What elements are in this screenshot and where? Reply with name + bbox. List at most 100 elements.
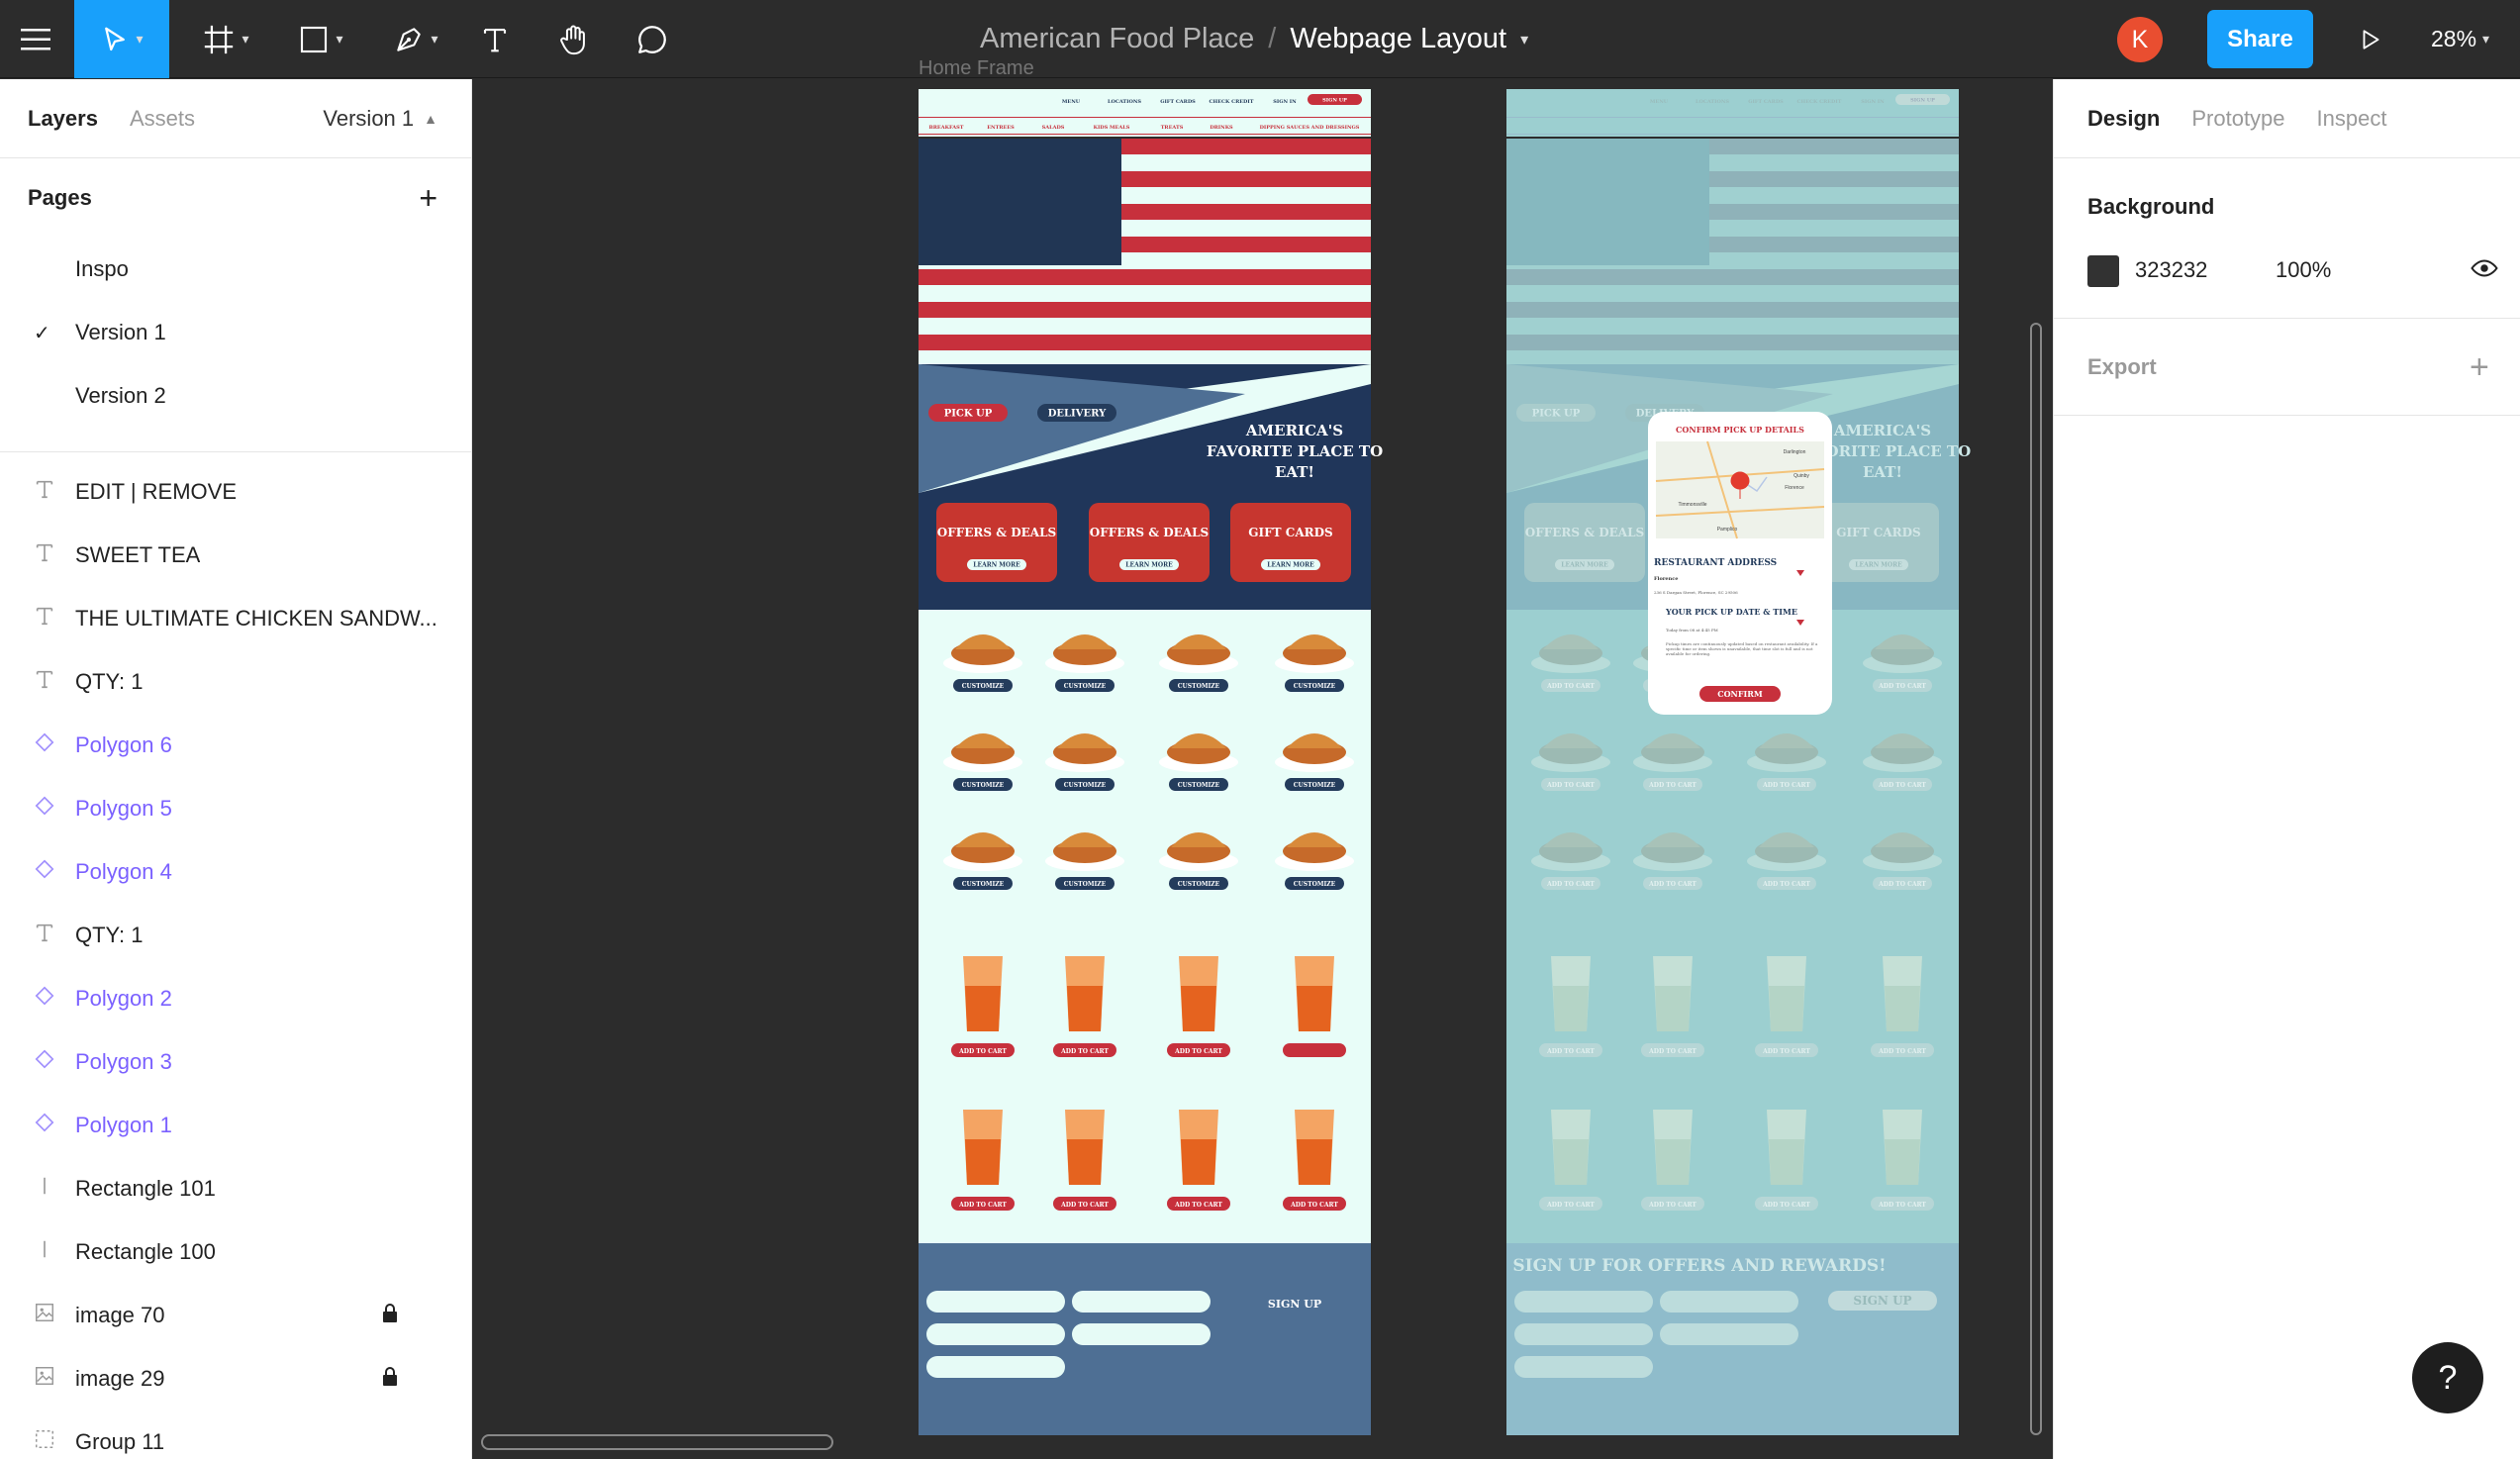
file-name[interactable]: Webpage Layout xyxy=(1290,23,1506,55)
add-to-cart-button-label: ADD TO CART xyxy=(1546,782,1595,789)
version-selector[interactable]: Version 1 ▲ xyxy=(323,79,437,158)
line-icon xyxy=(30,1238,59,1267)
line-icon xyxy=(30,1175,59,1204)
add-page-icon[interactable]: + xyxy=(419,180,437,217)
layer-label: Rectangle 100 xyxy=(75,1239,216,1264)
layer-item[interactable]: Polygon 5 xyxy=(0,777,471,840)
layer-item[interactable]: Polygon 1 xyxy=(0,1094,471,1157)
chevron-down-icon: ▾ xyxy=(242,31,249,47)
design-canvas[interactable]: MENU LOCATIONS GIFT CARDS CHECK CREDIT SIGN … xyxy=(473,79,2053,1459)
tea-liquid xyxy=(965,986,1001,1031)
tab-assets[interactable]: Assets xyxy=(130,106,195,132)
present-button[interactable] xyxy=(2346,0,2395,78)
learn-more-button-label: LEARN MORE xyxy=(1855,562,1902,569)
layer-item[interactable]: THE ULTIMATE CHICKEN SANDW... xyxy=(0,587,471,650)
add-export-icon[interactable]: + xyxy=(2470,348,2489,387)
background-section: Background 323232 100% xyxy=(2054,158,2520,319)
chevron-down-icon[interactable]: ▾ xyxy=(1520,30,1528,49)
comment-tool-button[interactable] xyxy=(628,0,677,78)
promo-title: GIFT CARDS xyxy=(1836,526,1920,539)
move-tool-button[interactable]: ▾ xyxy=(74,0,169,78)
help-button[interactable]: ? xyxy=(2412,1342,2483,1413)
horizontal-scrollbar[interactable] xyxy=(481,1434,833,1450)
image-icon xyxy=(30,1365,59,1394)
nav-link: LOCATIONS xyxy=(1108,99,1141,105)
layer-item[interactable]: EDIT | REMOVE xyxy=(0,460,471,524)
page-item-version-2[interactable]: Version 2 xyxy=(0,364,471,428)
hamburger-icon xyxy=(21,28,50,49)
layer-item[interactable]: QTY: 1 xyxy=(0,904,471,967)
component-icon xyxy=(30,985,59,1014)
hand-tool-button[interactable] xyxy=(549,0,599,78)
layer-item[interactable]: QTY: 1 xyxy=(0,650,471,714)
text-tool-button[interactable] xyxy=(470,0,520,78)
promo-title: OFFERS & DEALS xyxy=(1090,526,1209,539)
layer-item[interactable]: Polygon 3 xyxy=(0,1030,471,1094)
add-to-cart-button-label: ADD TO CART xyxy=(1546,683,1595,690)
signup-input xyxy=(1660,1323,1798,1345)
customize-button-label: CUSTOMIZE xyxy=(1064,782,1107,789)
flag-stripe xyxy=(1506,335,1959,350)
address-name: Florence xyxy=(1654,576,1678,582)
customize-button-label: CUSTOMIZE xyxy=(1178,782,1220,789)
vertical-scrollbar[interactable] xyxy=(2030,323,2042,1435)
address-line: 236 S Dargan Street, Florence, SC 29506 xyxy=(1654,590,1738,595)
layer-label: Polygon 6 xyxy=(75,732,172,757)
menu-category: DIPPING SAUCES AND DRESSINGS xyxy=(1260,125,1360,131)
customize-button-label: CUSTOMIZE xyxy=(962,782,1005,789)
layer-item[interactable]: image 29 xyxy=(0,1347,471,1410)
layer-item[interactable]: Group 11 xyxy=(0,1410,471,1459)
layer-item[interactable]: SWEET TEA xyxy=(0,524,471,587)
frame-tool-button[interactable]: ▾ xyxy=(186,0,265,78)
flag-stripe xyxy=(919,335,1371,350)
page-item-inspo[interactable]: Inspo xyxy=(0,238,471,301)
main-menu-button[interactable] xyxy=(0,0,71,78)
tab-design[interactable]: Design xyxy=(2087,106,2160,132)
layer-label: Polygon 3 xyxy=(75,1049,172,1074)
share-button[interactable]: Share xyxy=(2207,10,2313,68)
nav-link: MENU xyxy=(1650,99,1669,105)
text-icon xyxy=(30,478,59,507)
menu-category: TREATS xyxy=(1161,125,1184,131)
canvas[interactable]: MENU LOCATIONS GIFT CARDS CHECK CREDIT SIGN … xyxy=(473,79,2053,1459)
chevron-down-icon: ▾ xyxy=(336,31,343,47)
project-name[interactable]: American Food Place xyxy=(980,23,1254,55)
customize-button-label: CUSTOMIZE xyxy=(1178,881,1220,888)
frame-label[interactable]: Home Frame xyxy=(919,57,1034,80)
flag-canton xyxy=(1506,139,1709,265)
page-item-version-1[interactable]: ✓ Version 1 xyxy=(0,301,471,364)
map-place-label: Florence xyxy=(1785,485,1804,491)
component-icon xyxy=(30,1112,59,1140)
signup-input xyxy=(1514,1356,1653,1378)
question-icon: ? xyxy=(2438,1358,2458,1397)
map-place-label: Timmonsville xyxy=(1679,502,1707,508)
customize-button-label: CUSTOMIZE xyxy=(1178,683,1220,690)
add-to-cart-button-label: ADD TO CART xyxy=(1762,1202,1810,1209)
tab-layers[interactable]: Layers xyxy=(28,106,98,132)
background-opacity-input[interactable]: 100% xyxy=(2276,257,2331,283)
lock-icon[interactable] xyxy=(382,1303,398,1328)
shape-tool-button[interactable]: ▾ xyxy=(281,0,360,78)
avatar[interactable]: K xyxy=(2117,17,2163,62)
flag-stripe xyxy=(1506,285,1959,302)
signup-input xyxy=(926,1356,1065,1378)
layer-item[interactable]: Rectangle 101 xyxy=(0,1157,471,1220)
eye-icon[interactable] xyxy=(2470,253,2499,283)
layer-item[interactable]: Polygon 6 xyxy=(0,714,471,777)
layer-item[interactable]: Polygon 2 xyxy=(0,967,471,1030)
background-hex-input[interactable]: 323232 xyxy=(2135,257,2207,283)
pickup-time-value: Today from 08 at 4:45 PM xyxy=(1666,628,1718,632)
pen-tool-button[interactable]: ▾ xyxy=(376,0,455,78)
tab-inspect[interactable]: Inspect xyxy=(2317,106,2387,132)
zoom-control[interactable]: 28% ▾ xyxy=(2431,0,2489,78)
layer-item[interactable]: Rectangle 100 xyxy=(0,1220,471,1284)
tea-liquid xyxy=(1181,986,1216,1031)
learn-more-button-label: LEARN MORE xyxy=(1125,562,1173,569)
address-label: RESTAURANT ADDRESS xyxy=(1654,558,1777,568)
background-swatch[interactable] xyxy=(2087,255,2119,287)
layer-item[interactable]: image 70 xyxy=(0,1284,471,1347)
layer-item[interactable]: Polygon 4 xyxy=(0,840,471,904)
tab-prototype[interactable]: Prototype xyxy=(2191,106,2284,132)
promo-title: OFFERS & DEALS xyxy=(937,526,1056,539)
lock-icon[interactable] xyxy=(382,1366,398,1392)
